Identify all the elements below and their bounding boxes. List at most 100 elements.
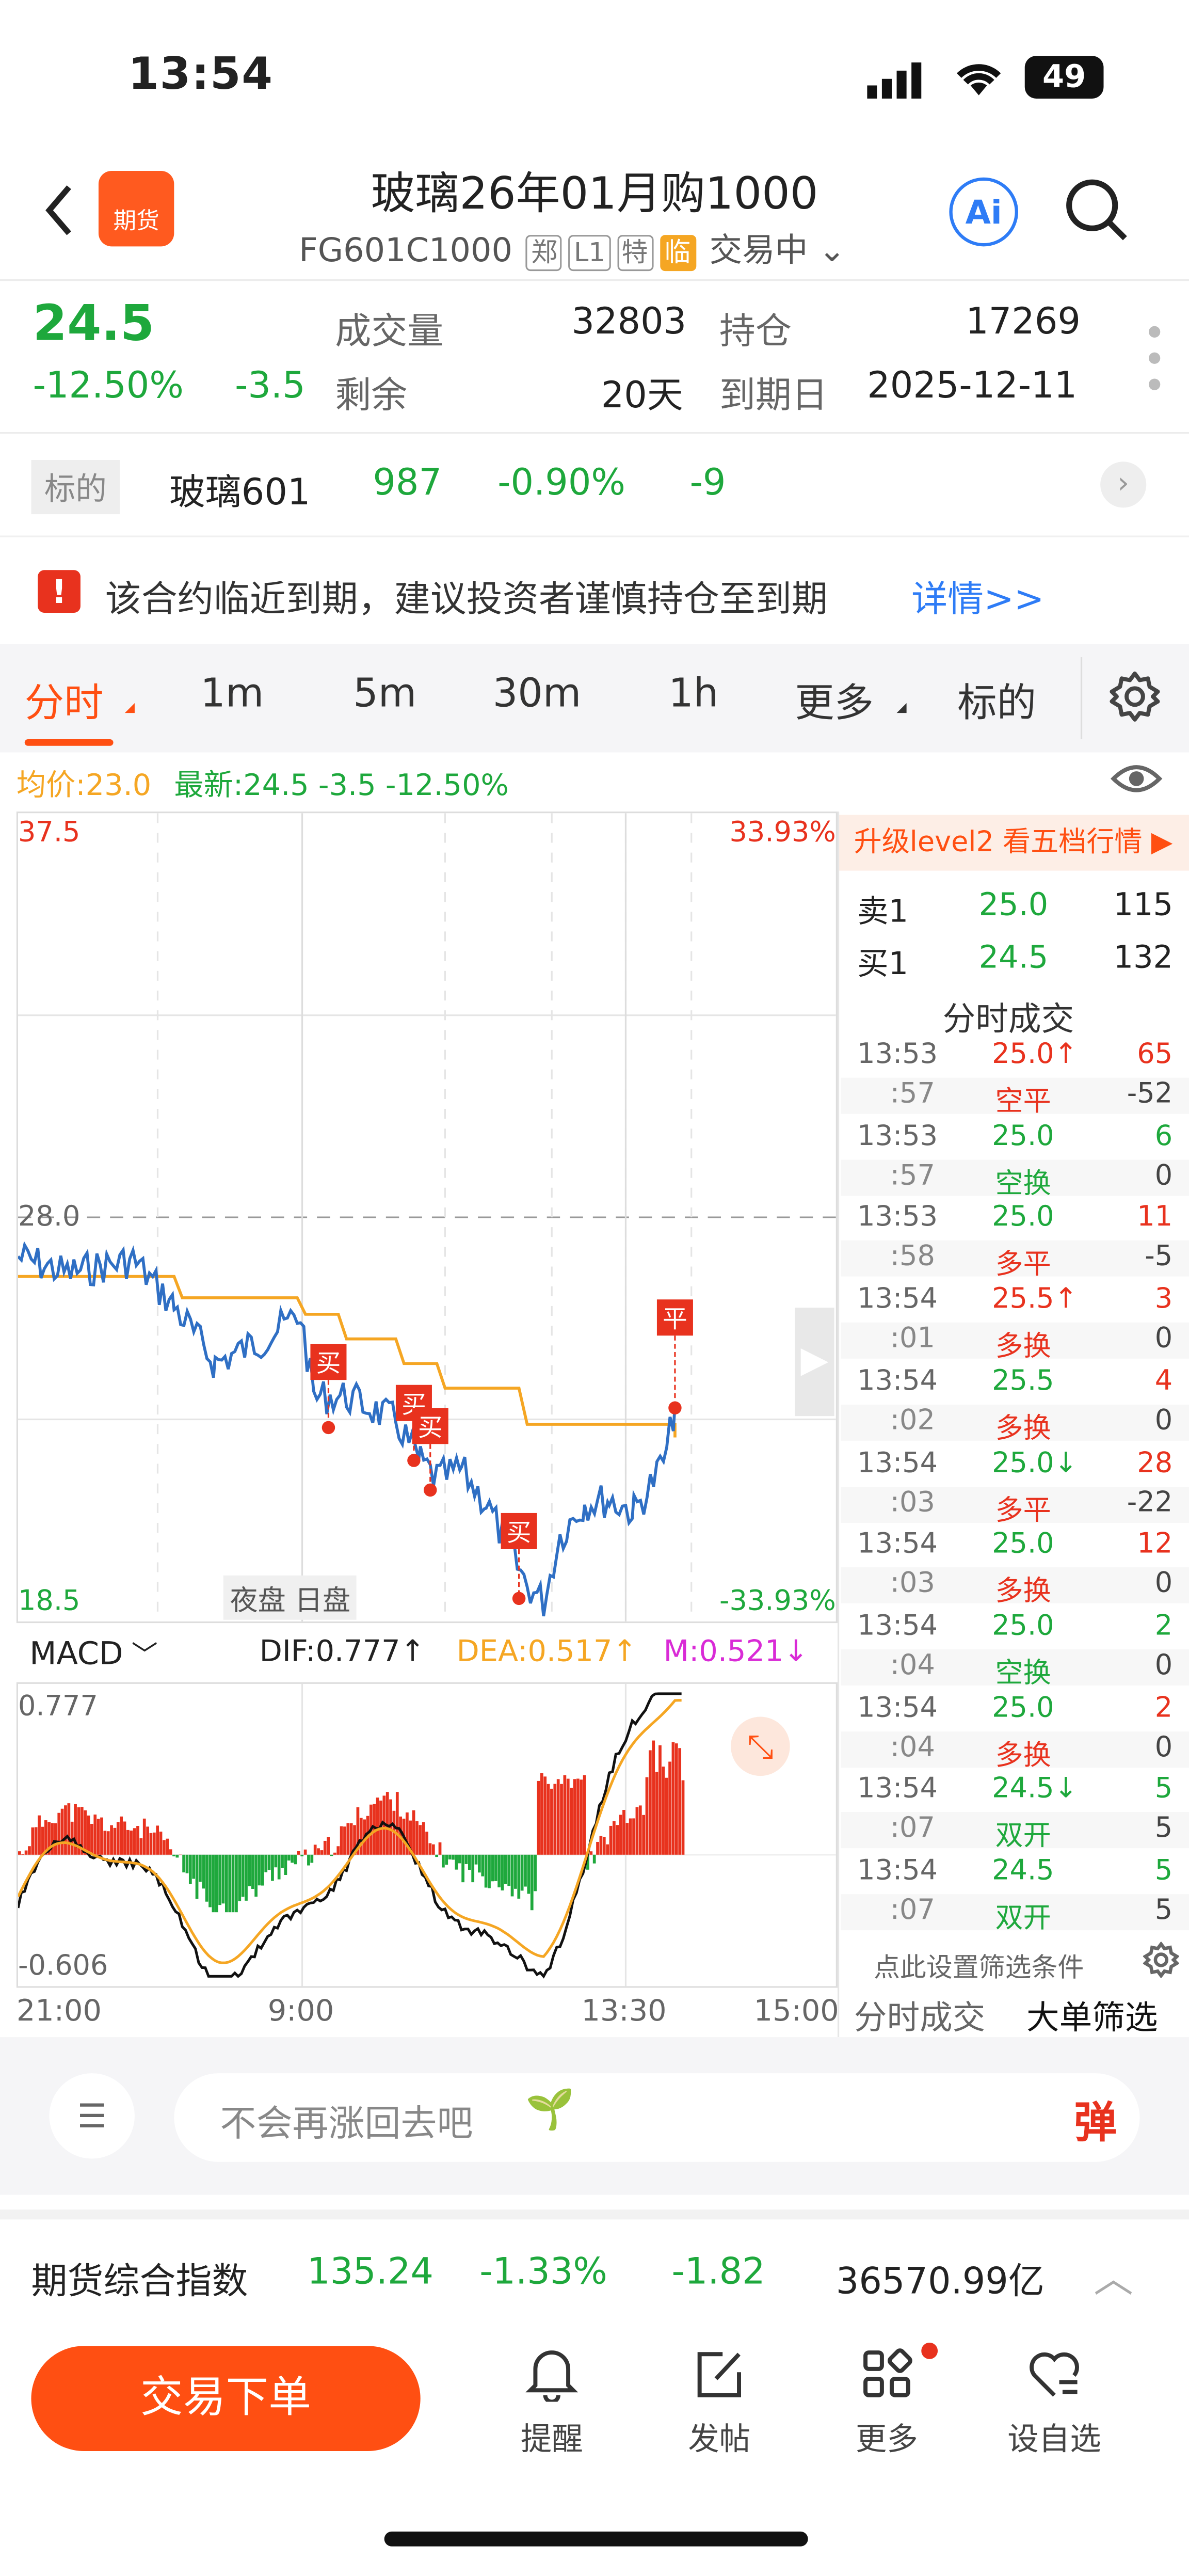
trade-order-button[interactable]: 交易下单 xyxy=(31,2346,420,2451)
chevron-down-icon: ⌄ xyxy=(818,230,846,269)
macd-bar xyxy=(543,1776,547,1854)
session-day[interactable]: 日盘 xyxy=(295,1585,350,1618)
macd-bar xyxy=(672,1742,675,1855)
macd-dea: DEA:0.517↑ xyxy=(457,1634,637,1669)
macd-bar xyxy=(534,1855,537,1891)
session-switch[interactable]: 夜盘 日盘 xyxy=(223,1576,357,1620)
trade-time: 13:54 xyxy=(857,1610,938,1643)
panel-divider xyxy=(838,812,839,2037)
macd-bar xyxy=(547,1784,550,1855)
index-bar[interactable]: 期货综合指数 135.24 -1.33% -1.82 36570.99亿 ︿ xyxy=(0,2209,1189,2334)
trade-sub-row: :07双开5 xyxy=(841,1812,1189,1849)
sell1-price: 25.0 xyxy=(979,887,1049,923)
macd-bar xyxy=(163,1840,166,1854)
fullscreen-icon[interactable]: ⤡ xyxy=(731,1717,790,1776)
macd-bar xyxy=(28,1846,31,1855)
settings-gear-icon[interactable] xyxy=(1108,670,1161,729)
macd-bar xyxy=(21,1854,24,1855)
tab-1h[interactable]: 1h xyxy=(668,670,718,716)
macd-selector[interactable]: MACD ﹀ xyxy=(29,1633,243,1676)
trade-row: 13:5425.54:02多换0 xyxy=(841,1365,1189,1444)
tab-30m[interactable]: 30m xyxy=(493,670,582,716)
nav-favorite[interactable]: 设自选 xyxy=(989,2346,1120,2459)
macd-bar xyxy=(228,1855,231,1912)
macd-bar xyxy=(537,1781,540,1855)
nav-post[interactable]: 发帖 xyxy=(654,2346,785,2459)
macd-bar xyxy=(527,1855,531,1894)
macd-bar xyxy=(662,1767,665,1855)
contract-subtitle[interactable]: FG601C1000 郑L1特临 交易中 ⌄ xyxy=(299,224,846,271)
macd-bar xyxy=(254,1855,258,1897)
trade-row: 13:5425.02:04空换0 xyxy=(841,1610,1189,1689)
trade-marker-dot xyxy=(512,1592,525,1605)
chevron-up-icon[interactable]: ︿ xyxy=(1094,2246,1133,2303)
notice-bar[interactable]: ! 该合约临近到期，建议投资者谨慎持仓至到期 详情>> xyxy=(0,535,1189,645)
macd-bar xyxy=(291,1855,294,1863)
macd-bar xyxy=(196,1855,199,1899)
eye-icon[interactable] xyxy=(1110,759,1163,805)
filter-hint[interactable]: 点此设置筛选条件 xyxy=(874,1945,1084,1984)
tab-trades[interactable]: 分时成交 xyxy=(854,1991,986,2039)
trade-sub-row: :03多换0 xyxy=(841,1568,1189,1604)
macd-bar xyxy=(314,1844,317,1854)
index-change: -1.82 xyxy=(672,2252,765,2294)
session-night[interactable]: 夜盘 xyxy=(230,1585,286,1618)
comment-placeholder: 不会再涨回去吧 xyxy=(220,2094,473,2147)
macd-bar xyxy=(471,1855,474,1882)
change-pct: -12.50% xyxy=(33,367,184,408)
expiry-label: 到期日 xyxy=(719,367,828,419)
signal-icon xyxy=(867,62,929,105)
macd-bar xyxy=(531,1855,534,1910)
notice-link[interactable]: 详情>> xyxy=(911,570,1044,623)
chevron-down-icon: ﹀ xyxy=(132,1640,158,1671)
tab-more-caret-icon xyxy=(897,703,907,713)
ai-button[interactable]: Ai xyxy=(949,178,1018,247)
tab-big-orders[interactable]: 大单筛选 xyxy=(1026,1991,1158,2039)
macd-bar xyxy=(658,1745,662,1855)
trade-sub-row: :03多平-22 xyxy=(841,1486,1189,1522)
filter-gear-icon[interactable] xyxy=(1143,1942,1179,1984)
expand-handle[interactable]: ▶ xyxy=(795,1308,834,1416)
nav-more[interactable]: 更多 xyxy=(821,2346,953,2459)
macd-bar xyxy=(452,1855,455,1860)
macd-bar xyxy=(208,1855,212,1907)
trade-sub-row: :01多换0 xyxy=(841,1323,1189,1359)
trade-volume: 28 xyxy=(1137,1446,1172,1480)
upgrade-level2-banner[interactable]: 升级level2 看五档行情 ▶ xyxy=(838,815,1189,870)
intraday-chart[interactable]: 买买买买平 37.5 28.0 18.5 33.93% -33.93% 夜盘 日… xyxy=(17,812,838,1623)
trade-row: 13:5325.0↑65:57空平-52 xyxy=(841,1038,1189,1117)
trade-row: 13:5424.55:07双开5 xyxy=(841,1855,1189,1934)
macd-bar xyxy=(567,1779,570,1855)
avg-price-label: 均价:23.0 xyxy=(17,762,151,805)
nav-alert[interactable]: 提醒 xyxy=(486,2346,618,2459)
tab-intraday[interactable]: 分时 xyxy=(25,670,104,727)
macd-bar xyxy=(593,1855,596,1864)
tab-1m[interactable]: 1m xyxy=(200,670,264,716)
tab-more[interactable]: 更多 xyxy=(795,670,874,727)
bell-icon xyxy=(486,2346,618,2405)
macd-bar xyxy=(103,1831,106,1854)
macd-bar xyxy=(491,1855,494,1881)
macd-bar xyxy=(136,1826,139,1855)
trade-type: 双开 xyxy=(995,1894,1051,1935)
macd-bar xyxy=(64,1805,67,1855)
underlying-row[interactable]: 标的 玻璃601 987 -0.90% -9 › xyxy=(0,434,1189,535)
trade-price: 25.0 xyxy=(992,1202,1054,1235)
tab-underlying[interactable]: 标的 xyxy=(957,670,1036,727)
trade-type: 多换 xyxy=(995,1568,1051,1609)
trade-type: 多换 xyxy=(995,1404,1051,1445)
macd-bar xyxy=(455,1855,458,1870)
search-icon[interactable] xyxy=(1064,178,1130,250)
danmu-toggle[interactable]: 弹 xyxy=(1074,2090,1117,2151)
macd-bar xyxy=(439,1842,442,1855)
trade-sub-row: :04多换0 xyxy=(841,1731,1189,1767)
x-label-night-open: 21:00 xyxy=(17,1994,102,2029)
trade-volume: 3 xyxy=(1155,1283,1172,1316)
comment-input[interactable]: 不会再涨回去吧 🌱 弹 xyxy=(174,2073,1139,2162)
more-dots-icon[interactable] xyxy=(1146,322,1163,401)
macd-bar xyxy=(67,1803,70,1855)
macd-bar xyxy=(320,1850,324,1855)
trade-type: 多平 xyxy=(995,1486,1051,1527)
danmu-list-icon[interactable]: ☰ xyxy=(49,2073,134,2158)
tab-5m[interactable]: 5m xyxy=(353,670,416,716)
